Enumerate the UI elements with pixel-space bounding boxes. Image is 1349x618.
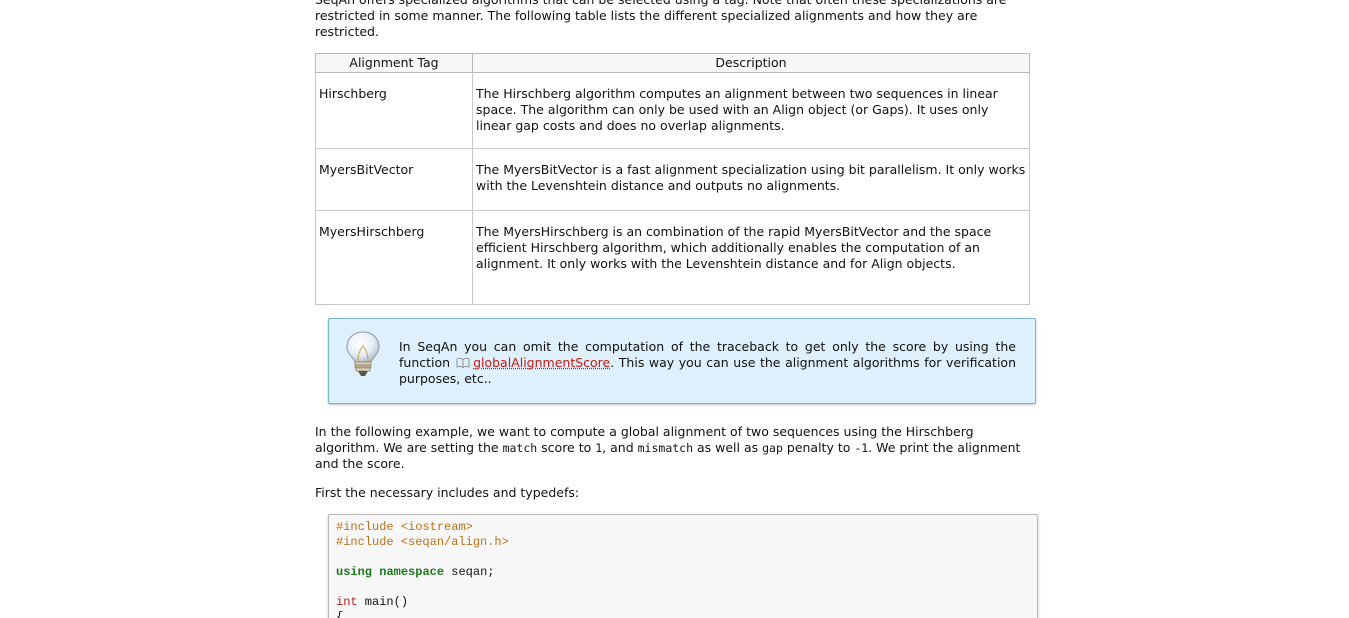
description-cell: The MyersHirschberg is an combination of…	[473, 211, 1030, 305]
example-text: penalty to	[783, 440, 854, 455]
inline-code-gap: gap	[762, 441, 783, 455]
inline-code-match: match	[503, 441, 538, 455]
code-line: using namespace seqan;	[336, 564, 1030, 579]
code-line: #include <seqan/align.h>	[336, 534, 1030, 549]
main-content: SeqAn offers specialized algorithms that…	[315, 0, 1031, 618]
table-header-row: Alignment Tag Description	[316, 54, 1030, 73]
code-blank-line	[336, 579, 1030, 594]
code-block[interactable]: #include <iostream> #include <seqan/alig…	[328, 514, 1038, 618]
example-text: score to	[537, 440, 595, 455]
column-header-alignment-tag: Alignment Tag	[316, 54, 473, 73]
code-line: int main()	[336, 594, 1030, 609]
type-keyword: int	[336, 595, 358, 609]
code-line: {	[336, 609, 1030, 618]
global-alignment-score-link[interactable]: globalAlignmentScore	[473, 355, 610, 370]
include-directive: #include <iostream>	[336, 520, 473, 534]
inline-code-mismatch: mismatch	[638, 441, 693, 455]
alignment-tag-cell: Hirschberg	[316, 73, 473, 149]
code-blank-line	[336, 549, 1030, 564]
table-row: MyersHirschberg The MyersHirschberg is a…	[316, 211, 1030, 305]
code-text: main()	[358, 595, 408, 609]
tip-note-box: In SeqAn you can omit the computation of…	[328, 318, 1036, 404]
keyword: using	[336, 565, 372, 579]
include-directive: #include <seqan/align.h>	[336, 535, 509, 549]
example-text: , and	[602, 440, 637, 455]
table-row: MyersBitVector The MyersBitVector is a f…	[316, 149, 1030, 211]
intro-paragraph: SeqAn offers specialized algorithms that…	[315, 0, 1031, 40]
alignment-specializations-table: Alignment Tag Description Hirschberg The…	[315, 53, 1030, 305]
lightbulb-icon	[344, 330, 382, 378]
keyword: namespace	[379, 565, 444, 579]
alignment-tag-cell: MyersHirschberg	[316, 211, 473, 305]
tip-note-text: In SeqAn you can omit the computation of…	[399, 339, 1016, 387]
code-line: #include <iostream>	[336, 519, 1030, 534]
book-icon	[456, 357, 470, 368]
description-cell: The MyersBitVector is a fast alignment s…	[473, 149, 1030, 211]
code-text: {	[336, 610, 343, 618]
column-header-description: Description	[473, 54, 1030, 73]
example-text: as well as	[693, 440, 762, 455]
example-paragraph: In the following example, we want to com…	[315, 424, 1031, 472]
inline-code-minus-one: -1	[854, 441, 868, 455]
alignment-tag-cell: MyersBitVector	[316, 149, 473, 211]
typedefs-paragraph: First the necessary includes and typedef…	[315, 485, 1031, 501]
code-text: seqan;	[444, 565, 494, 579]
table-row: Hirschberg The Hirschberg algorithm comp…	[316, 73, 1030, 149]
description-cell: The Hirschberg algorithm computes an ali…	[473, 73, 1030, 149]
